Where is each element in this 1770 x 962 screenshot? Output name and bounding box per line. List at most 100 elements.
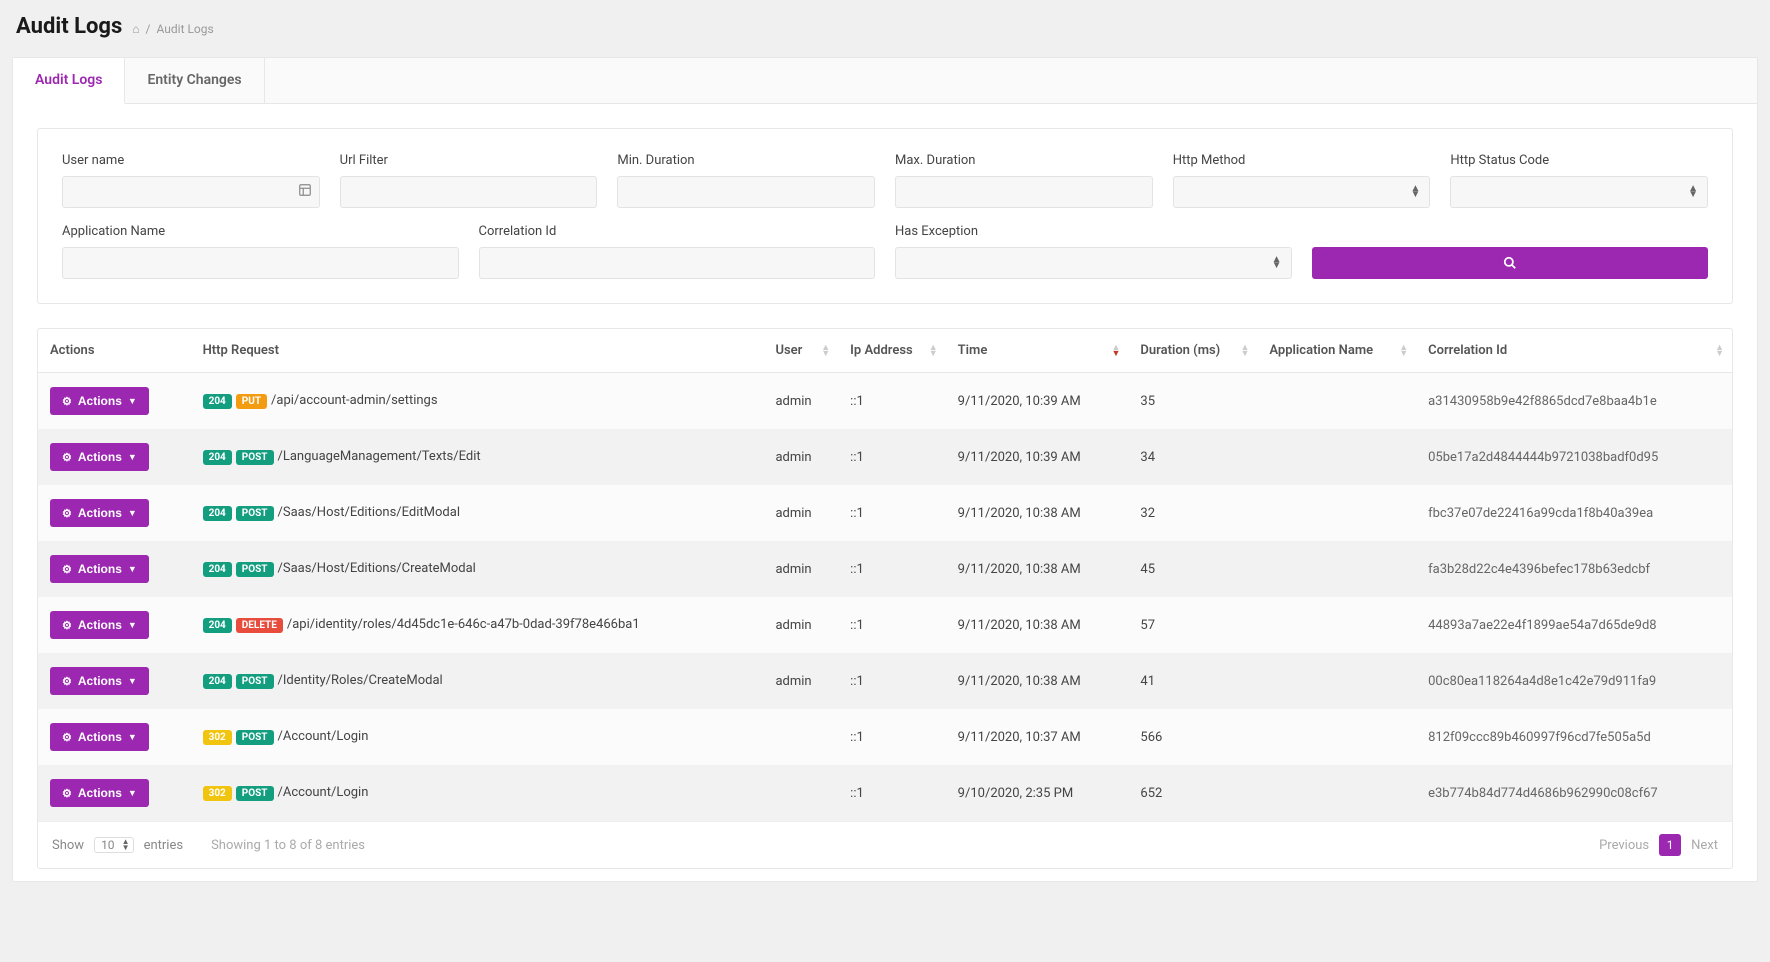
row-actions-button[interactable]: Actions▼ xyxy=(50,499,149,527)
chevron-down-icon: ▼ xyxy=(128,508,137,518)
breadcrumb-sep: / xyxy=(146,22,151,36)
gear-icon xyxy=(62,562,72,576)
col-duration[interactable]: Duration (ms)▲▼ xyxy=(1128,329,1257,373)
request-url: /Saas/Host/Editions/CreateModal xyxy=(278,562,476,577)
application-name-input[interactable] xyxy=(62,247,459,279)
cell-time: 9/11/2020, 10:38 AM xyxy=(946,541,1129,597)
http-status-select[interactable] xyxy=(1450,176,1708,208)
cell-duration: 57 xyxy=(1128,597,1257,653)
prev-page[interactable]: Previous xyxy=(1599,838,1649,853)
cell-user: admin xyxy=(763,429,838,485)
row-actions-button[interactable]: Actions▼ xyxy=(50,723,149,751)
username-input[interactable] xyxy=(62,176,320,208)
method-badge: POST xyxy=(236,562,274,577)
request-url: /api/account-admin/settings xyxy=(271,394,438,409)
max-duration-input[interactable] xyxy=(895,176,1153,208)
cell-http-request: 204DELETE/api/identity/roles/4d45dc1e-64… xyxy=(191,597,764,653)
method-badge: POST xyxy=(236,674,274,689)
search-icon xyxy=(1503,256,1517,270)
status-badge: 204 xyxy=(203,450,232,465)
col-app[interactable]: Application Name▲▼ xyxy=(1257,329,1416,373)
status-badge: 204 xyxy=(203,562,232,577)
label-username: User name xyxy=(62,153,320,168)
cell-correlation: 00c80ea118264a4d8e1c42e79d911fa9 xyxy=(1416,653,1732,709)
method-badge: POST xyxy=(236,450,274,465)
url-filter-input[interactable] xyxy=(340,176,598,208)
cell-correlation: e3b774b84d774d4686b962990c08cf67 xyxy=(1416,765,1732,821)
tabs: Audit Logs Entity Changes xyxy=(13,58,1757,104)
label-max-duration: Max. Duration xyxy=(895,153,1153,168)
cell-duration: 652 xyxy=(1128,765,1257,821)
gear-icon xyxy=(62,730,72,744)
min-duration-input[interactable] xyxy=(617,176,875,208)
chevron-down-icon: ▼ xyxy=(128,396,137,406)
gear-icon xyxy=(62,674,72,688)
home-icon[interactable]: ⌂ xyxy=(132,22,139,36)
cell-ip: ::1 xyxy=(838,765,946,821)
gear-icon xyxy=(62,506,72,520)
chevron-down-icon: ▼ xyxy=(128,564,137,574)
row-actions-button[interactable]: Actions▼ xyxy=(50,667,149,695)
method-badge: POST xyxy=(236,730,274,745)
page-size-select[interactable]: 10 xyxy=(94,837,134,853)
gear-icon xyxy=(62,450,72,464)
pagination: Previous 1 Next xyxy=(1599,834,1718,856)
col-corr[interactable]: Correlation Id▲▼ xyxy=(1416,329,1732,373)
action-label: Actions xyxy=(78,786,122,800)
cell-time: 9/10/2020, 2:35 PM xyxy=(946,765,1129,821)
tab-audit-logs[interactable]: Audit Logs xyxy=(13,58,125,104)
request-url: /Account/Login xyxy=(278,730,369,745)
label-has-exception: Has Exception xyxy=(895,224,1292,239)
page-title: Audit Logs xyxy=(16,14,122,39)
http-method-select[interactable] xyxy=(1173,176,1431,208)
action-label: Actions xyxy=(78,674,122,688)
row-actions-button[interactable]: Actions▼ xyxy=(50,443,149,471)
table-row: Actions▼ 204 POST/Identity/Roles/CreateMod… xyxy=(38,653,1732,709)
cell-http-request: 204POST/LanguageManagement/Texts/Edit xyxy=(191,429,764,485)
cell-correlation: 44893a7ae22e4f1899ae54a7d65de9d8 xyxy=(1416,597,1732,653)
row-actions-button[interactable]: Actions▼ xyxy=(50,387,149,415)
table-row: Actions▼ 204 POST/Saas/Host/Editions/Creat… xyxy=(38,541,1732,597)
cell-user: admin xyxy=(763,485,838,541)
request-url: /Saas/Host/Editions/EditModal xyxy=(278,506,461,521)
col-ip[interactable]: Ip Address▲▼ xyxy=(838,329,946,373)
correlation-id-input[interactable] xyxy=(479,247,876,279)
has-exception-select[interactable] xyxy=(895,247,1292,279)
status-badge: 204 xyxy=(203,394,232,409)
cell-correlation: a31430958b9e42f8865dcd7e8baa4b1e xyxy=(1416,373,1732,430)
request-url: /Account/Login xyxy=(278,786,369,801)
cell-ip: ::1 xyxy=(838,373,946,430)
cell-app xyxy=(1257,765,1416,821)
results-table-card: Actions Http Request User▲▼ Ip Address▲▼… xyxy=(37,328,1733,869)
label-application-name: Application Name xyxy=(62,224,459,239)
cell-user: admin xyxy=(763,373,838,430)
cell-time: 9/11/2020, 10:39 AM xyxy=(946,373,1129,430)
row-actions-button[interactable]: Actions▼ xyxy=(50,779,149,807)
chevron-down-icon: ▼ xyxy=(128,732,137,742)
method-badge: POST xyxy=(236,786,274,801)
cell-app xyxy=(1257,429,1416,485)
user-picker-icon[interactable] xyxy=(298,183,312,201)
search-button[interactable] xyxy=(1312,247,1709,279)
results-table: Actions Http Request User▲▼ Ip Address▲▼… xyxy=(38,329,1732,821)
col-time[interactable]: Time▲▼ xyxy=(946,329,1129,373)
next-page[interactable]: Next xyxy=(1691,838,1718,853)
gear-icon xyxy=(62,786,72,800)
tab-entity-changes[interactable]: Entity Changes xyxy=(125,58,264,103)
cell-time: 9/11/2020, 10:38 AM xyxy=(946,597,1129,653)
chevron-down-icon: ▼ xyxy=(128,620,137,630)
row-actions-button[interactable]: Actions▼ xyxy=(50,555,149,583)
cell-duration: 32 xyxy=(1128,485,1257,541)
status-badge: 204 xyxy=(203,674,232,689)
cell-app xyxy=(1257,373,1416,430)
request-url: /Identity/Roles/CreateModal xyxy=(278,674,443,689)
cell-correlation: fbc37e07de22416a99cda1f8b40a39ea xyxy=(1416,485,1732,541)
page-1[interactable]: 1 xyxy=(1659,834,1681,856)
cell-duration: 34 xyxy=(1128,429,1257,485)
chevron-down-icon: ▼ xyxy=(128,452,137,462)
col-user[interactable]: User▲▼ xyxy=(763,329,838,373)
row-actions-button[interactable]: Actions▼ xyxy=(50,611,149,639)
cell-time: 9/11/2020, 10:38 AM xyxy=(946,653,1129,709)
page-header: Audit Logs ⌂ / Audit Logs xyxy=(12,10,1758,49)
table-row: Actions▼302POST/Account/Login::19/10/202… xyxy=(38,765,1732,821)
